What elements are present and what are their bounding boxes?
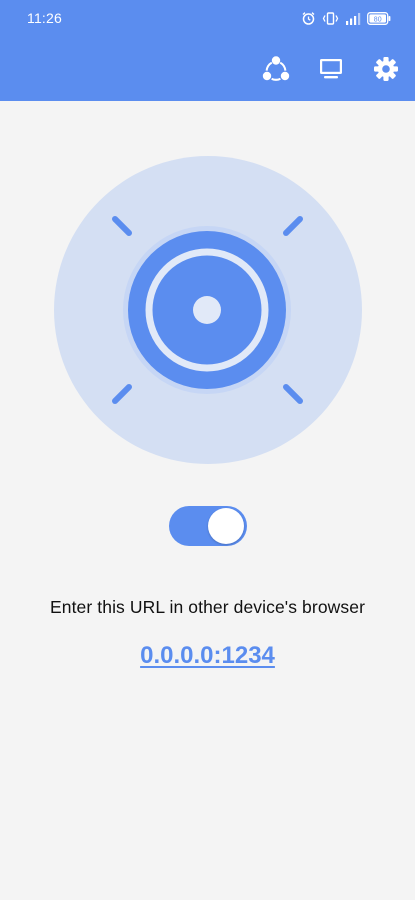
signal-icon [345,12,361,25]
alarm-icon [301,11,316,26]
battery-icon: 80 [367,11,391,25]
server-toggle[interactable] [169,505,247,547]
monitor-icon[interactable] [317,55,345,83]
app-bar: 11:26 80 [0,0,415,101]
server-illustration [54,156,362,464]
instruction-text: Enter this URL in other device's browser [49,597,366,617]
status-time: 11:26 [27,10,62,26]
toggle-knob [208,508,244,544]
status-icons: 80 [301,9,391,27]
server-url-link[interactable]: 0.0.0.0:1234 [0,642,415,670]
battery-level: 80 [374,16,382,23]
settings-icon[interactable] [372,55,400,83]
status-bar: 11:26 80 [0,0,415,36]
toolbar-actions [262,55,400,83]
share-icon[interactable] [262,55,290,83]
vibrate-icon [322,11,339,26]
